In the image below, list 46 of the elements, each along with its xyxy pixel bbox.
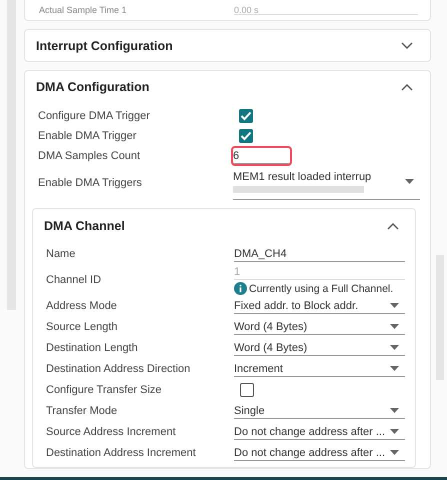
dropdown-caret-icon xyxy=(390,324,399,329)
field-label: Enable DMA Trigger xyxy=(38,130,138,142)
dropdown-caret-icon xyxy=(390,450,399,455)
field-label: Configure DMA Trigger xyxy=(38,110,151,122)
field-label: Channel ID xyxy=(46,274,102,286)
section-title[interactable]: Interrupt Configuration xyxy=(36,38,173,52)
dropdown-field[interactable]: Do not change address after ... xyxy=(234,444,405,460)
field-label: Configure Transfer Size xyxy=(46,384,163,396)
chevron-up-icon[interactable] xyxy=(401,82,413,90)
dropdown-field[interactable]: Increment xyxy=(234,360,405,376)
field-label: Destination Length xyxy=(46,342,139,354)
dropdown-caret-icon xyxy=(390,345,399,350)
checkbox[interactable] xyxy=(240,382,254,396)
info-note: Currently using a Full Channel. xyxy=(249,282,394,294)
text-input-field[interactable]: 6 xyxy=(233,148,290,164)
checkbox[interactable] xyxy=(239,129,253,143)
dropdown-field[interactable]: Word (4 Bytes) xyxy=(234,340,405,356)
section-title[interactable]: DMA Configuration xyxy=(36,80,150,94)
field-label: Destination Address Increment xyxy=(46,446,197,458)
field-label: Name xyxy=(46,248,76,260)
subsection-title[interactable]: DMA Channel xyxy=(44,219,125,233)
field-label: Source Length xyxy=(46,320,119,332)
dropdown-caret-icon xyxy=(390,303,399,308)
disabled-input-field: 0.00 s xyxy=(234,6,418,14)
field-label: Source Address Increment xyxy=(46,426,177,438)
chevron-up-icon[interactable] xyxy=(387,222,399,230)
checkbox[interactable] xyxy=(239,109,253,123)
field-label: Transfer Mode xyxy=(46,404,118,416)
dropdown-field[interactable]: Fixed addr. to Block addr. xyxy=(234,298,405,314)
disabled-input-field: 1 xyxy=(234,264,405,280)
field-label: DMA Samples Count xyxy=(38,150,142,162)
field-label: Destination Address Direction xyxy=(46,362,192,374)
field-label: Address Mode xyxy=(46,300,118,312)
dropdown-field[interactable]: Word (4 Bytes) xyxy=(234,318,405,334)
info-icon xyxy=(234,282,247,295)
dropdown-caret-icon xyxy=(390,366,399,371)
field-label: Actual Sample Time 1 xyxy=(39,5,128,15)
chevron-down-icon[interactable] xyxy=(401,42,413,50)
text-input-field[interactable]: DMA_CH4 xyxy=(234,246,405,262)
dropdown-field[interactable]: Do not change address after ... xyxy=(234,424,405,440)
dropdown-caret-icon xyxy=(405,179,414,184)
multi-select-field[interactable]: MEM1 result loaded interrup xyxy=(233,166,420,200)
field-label: Enable DMA Triggers xyxy=(38,177,143,189)
dropdown-caret-icon xyxy=(390,408,399,413)
dropdown-field[interactable]: Single xyxy=(234,402,405,418)
dropdown-caret-icon xyxy=(390,429,399,434)
